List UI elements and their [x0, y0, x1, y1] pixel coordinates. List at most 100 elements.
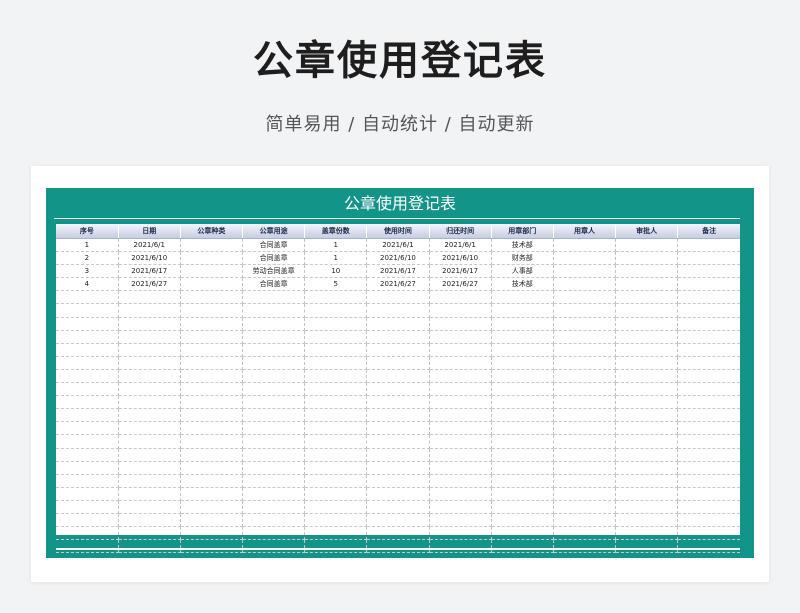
table-cell[interactable]	[553, 395, 617, 410]
table-cell[interactable]	[491, 474, 554, 488]
table-cell[interactable]	[429, 500, 492, 514]
column-header-return-time[interactable]: 归还时间	[429, 224, 492, 239]
table-cell[interactable]	[553, 317, 617, 331]
table-cell[interactable]: 2021/6/10	[118, 251, 181, 266]
table-cell[interactable]	[56, 526, 119, 541]
table-cell[interactable]: 2021/6/17	[118, 264, 181, 279]
table-cell[interactable]	[366, 539, 430, 554]
column-header-date[interactable]: 日期	[118, 224, 181, 239]
table-cell[interactable]	[242, 513, 306, 528]
table-cell[interactable]	[56, 303, 119, 318]
table-cell[interactable]	[491, 290, 554, 305]
table-cell[interactable]	[553, 277, 617, 292]
table-cell[interactable]	[553, 382, 617, 397]
table-cell[interactable]	[615, 513, 679, 528]
table-cell[interactable]	[118, 395, 181, 410]
table-cell[interactable]	[429, 395, 492, 410]
table-cell[interactable]: 2021/6/27	[429, 277, 492, 292]
table-cell[interactable]	[615, 238, 679, 253]
table-cell[interactable]	[304, 408, 368, 423]
table-cell[interactable]	[366, 395, 430, 410]
table-cell[interactable]: 4	[56, 277, 119, 292]
table-cell[interactable]	[615, 500, 679, 514]
table-cell[interactable]	[677, 461, 740, 475]
table-cell[interactable]	[304, 487, 368, 501]
table-cell[interactable]: 合同盖章	[242, 251, 306, 266]
table-cell[interactable]	[615, 290, 679, 305]
table-cell[interactable]: 1	[56, 238, 119, 253]
table-cell[interactable]	[429, 330, 492, 344]
table-cell[interactable]	[553, 303, 617, 318]
table-cell[interactable]	[304, 500, 368, 514]
table-cell[interactable]	[429, 539, 492, 554]
table-cell[interactable]	[56, 461, 119, 475]
table-cell[interactable]	[615, 264, 679, 279]
table-cell[interactable]	[366, 421, 430, 436]
table-cell[interactable]	[180, 500, 244, 514]
table-cell[interactable]	[553, 513, 617, 528]
table-cell[interactable]	[677, 408, 740, 423]
table-cell[interactable]	[615, 343, 679, 357]
table-cell[interactable]	[553, 330, 617, 344]
table-cell[interactable]: 2	[56, 251, 119, 266]
table-cell[interactable]	[491, 317, 554, 331]
table-cell[interactable]	[304, 513, 368, 528]
column-header-approver[interactable]: 审批人	[615, 224, 679, 239]
table-cell[interactable]	[491, 461, 554, 475]
table-cell[interactable]	[366, 434, 430, 449]
table-cell[interactable]	[118, 461, 181, 475]
table-cell[interactable]	[242, 343, 306, 357]
table-cell[interactable]	[553, 264, 617, 279]
table-cell[interactable]	[304, 317, 368, 331]
table-cell[interactable]	[118, 330, 181, 344]
table-cell[interactable]	[491, 356, 554, 370]
table-cell[interactable]	[366, 343, 430, 357]
table-cell[interactable]: 2021/6/27	[118, 277, 181, 292]
table-cell[interactable]	[242, 487, 306, 501]
table-cell[interactable]	[677, 500, 740, 514]
table-cell[interactable]: 2021/6/10	[429, 251, 492, 266]
table-cell[interactable]	[56, 421, 119, 436]
table-cell[interactable]	[56, 434, 119, 449]
table-cell[interactable]	[553, 526, 617, 541]
table-cell[interactable]	[615, 526, 679, 541]
table-cell[interactable]: 2021/6/27	[366, 277, 430, 292]
table-cell[interactable]	[677, 382, 740, 397]
table-cell[interactable]	[429, 343, 492, 357]
table-cell[interactable]	[553, 461, 617, 475]
table-cell[interactable]	[180, 434, 244, 449]
table-cell[interactable]	[180, 251, 244, 266]
table-cell[interactable]	[366, 303, 430, 318]
table-cell[interactable]	[615, 434, 679, 449]
table-cell[interactable]	[56, 290, 119, 305]
table-cell[interactable]	[491, 382, 554, 397]
table-cell[interactable]	[366, 330, 430, 344]
table-cell[interactable]	[677, 395, 740, 410]
table-cell[interactable]	[56, 487, 119, 501]
table-cell[interactable]	[304, 330, 368, 344]
table-cell[interactable]	[677, 303, 740, 318]
table-cell[interactable]	[180, 264, 244, 279]
table-cell[interactable]	[118, 526, 181, 541]
table-cell[interactable]	[180, 539, 244, 554]
table-cell[interactable]	[180, 303, 244, 318]
table-cell[interactable]	[677, 277, 740, 292]
table-cell[interactable]	[242, 474, 306, 488]
table-cell[interactable]	[553, 369, 617, 384]
table-cell[interactable]	[553, 448, 617, 462]
table-cell[interactable]	[553, 251, 617, 266]
table-cell[interactable]	[615, 487, 679, 501]
table-cell[interactable]	[366, 369, 430, 384]
table-cell[interactable]	[553, 434, 617, 449]
table-cell[interactable]	[429, 487, 492, 501]
table-cell[interactable]	[491, 330, 554, 344]
table-cell[interactable]	[429, 290, 492, 305]
table-cell[interactable]	[491, 500, 554, 514]
table-cell[interactable]	[491, 487, 554, 501]
table-cell[interactable]	[180, 330, 244, 344]
table-cell[interactable]	[615, 539, 679, 554]
table-cell[interactable]	[304, 343, 368, 357]
table-cell[interactable]	[429, 434, 492, 449]
column-header-use-time[interactable]: 使用时间	[366, 224, 430, 239]
table-cell[interactable]	[677, 330, 740, 344]
